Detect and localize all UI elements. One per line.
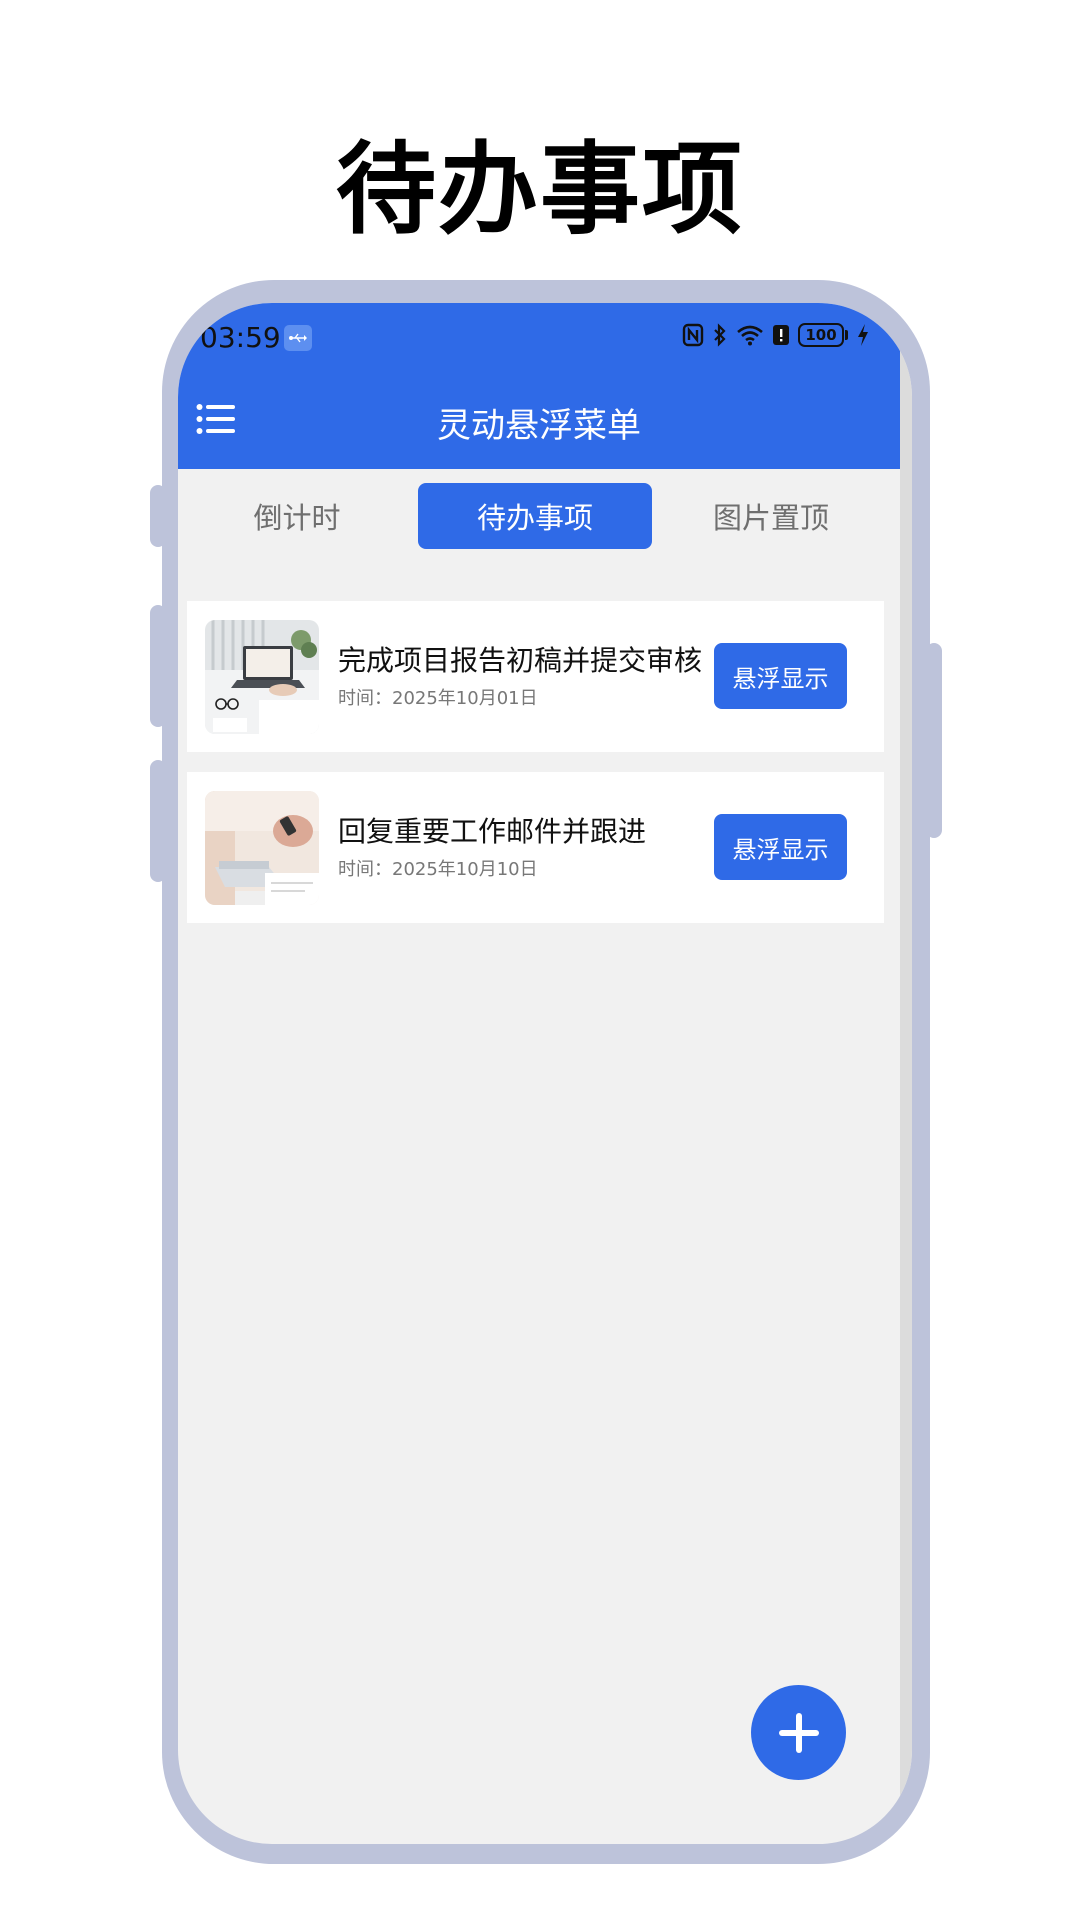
status-icons: 100 (682, 323, 870, 347)
float-display-button[interactable]: 悬浮显示 (714, 814, 847, 880)
hero-title: 待办事项 (336, 131, 744, 248)
status-time: 03:59 (200, 321, 281, 354)
app-title: 灵动悬浮菜单 (437, 406, 641, 446)
battery-icon: 100 (798, 323, 848, 347)
phone-screen: 03:59 100 灵动悬浮菜单 倒计时 待办事项 图片置顶 完成项目报告初稿并… (178, 303, 912, 1844)
add-button[interactable] (751, 1685, 846, 1780)
bluetooth-icon (712, 323, 728, 347)
screen-edge (900, 303, 912, 1844)
nfc-icon (682, 323, 704, 347)
volume-down-button (150, 605, 166, 727)
list-item[interactable]: 完成项目报告初稿并提交审核 时间：2025年10月01日 悬浮显示 (187, 601, 884, 752)
item-title: 回复重要工作邮件并跟进 (338, 815, 647, 848)
charging-icon (856, 323, 870, 347)
power-button (926, 643, 942, 838)
item-title: 完成项目报告初稿并提交审核 (338, 644, 703, 677)
app-header: 03:59 100 灵动悬浮菜单 (178, 303, 900, 469)
item-time: 时间：2025年10月01日 (338, 688, 538, 709)
tab-bar: 倒计时 待办事项 图片置顶 (178, 483, 900, 551)
plus-icon (778, 1712, 819, 1753)
item-thumbnail (205, 620, 319, 734)
usb-icon (284, 325, 312, 351)
tab-image-pin[interactable]: 图片置顶 (656, 483, 886, 549)
item-thumbnail (205, 791, 319, 905)
mute-button (150, 760, 166, 882)
tab-todo[interactable]: 待办事项 (418, 483, 652, 549)
page: 待办事项 03:59 100 灵动悬浮菜单 倒计时 待办事项 图片置顶 完成项目… (0, 0, 1080, 1920)
float-display-button[interactable]: 悬浮显示 (714, 643, 847, 709)
wifi-icon (736, 324, 764, 346)
battery-tip (845, 330, 848, 340)
battery-level: 100 (798, 323, 844, 347)
tab-countdown[interactable]: 倒计时 (182, 483, 412, 549)
list-item[interactable]: 回复重要工作邮件并跟进 时间：2025年10月10日 悬浮显示 (187, 772, 884, 923)
volume-up-button (150, 485, 166, 547)
item-time: 时间：2025年10月10日 (338, 859, 538, 880)
alert-icon (772, 323, 790, 347)
